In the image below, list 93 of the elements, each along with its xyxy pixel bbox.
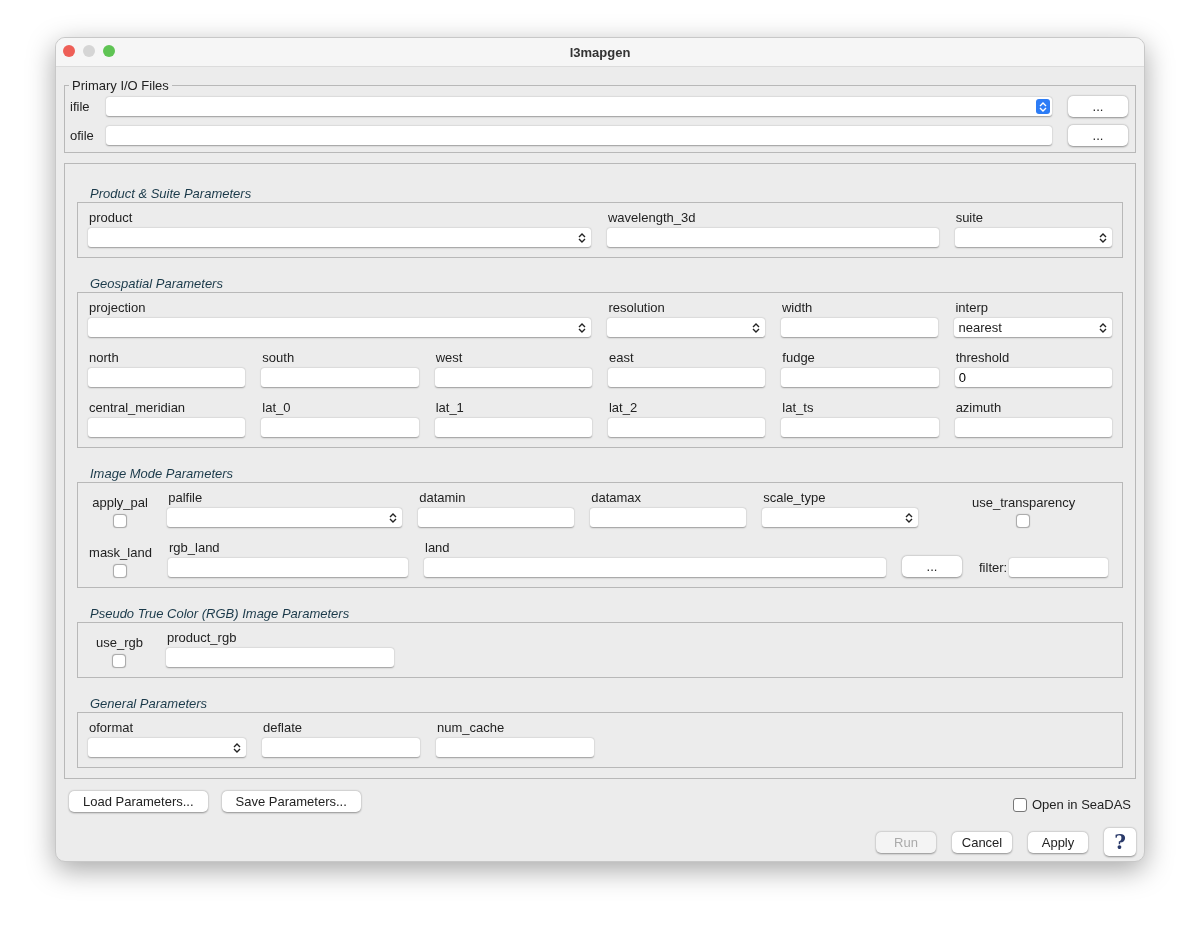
- text-field[interactable]: 0: [954, 368, 1112, 387]
- field-label: west: [434, 350, 464, 365]
- combo-box[interactable]: [88, 738, 246, 757]
- text-field[interactable]: [261, 418, 419, 437]
- field-label: south: [261, 350, 296, 365]
- field-label: land: [424, 540, 451, 555]
- button[interactable]: Load Parameters...: [69, 791, 208, 812]
- text-field[interactable]: [106, 126, 1052, 145]
- text-field[interactable]: [434, 418, 592, 437]
- field-label: scale_type: [762, 490, 827, 505]
- browse-button[interactable]: ...: [1068, 96, 1128, 117]
- combo-box[interactable]: [88, 228, 591, 247]
- text-field[interactable]: [1009, 558, 1108, 577]
- combo-box[interactable]: [607, 318, 765, 337]
- text-field[interactable]: [261, 368, 419, 387]
- field-label: product: [88, 210, 134, 225]
- text-field[interactable]: [418, 508, 575, 527]
- combo-box[interactable]: nearest: [954, 318, 1112, 337]
- help-button[interactable]: ?: [1104, 828, 1136, 856]
- zoom-button[interactable]: [103, 45, 115, 57]
- combo-box[interactable]: [762, 508, 919, 527]
- field-label: datamax: [590, 490, 643, 505]
- text-field[interactable]: [88, 418, 246, 437]
- field-label: wavelength_3d: [606, 210, 697, 225]
- text-field[interactable]: [608, 368, 766, 387]
- group-title: Primary I/O Files: [69, 78, 172, 93]
- checkbox-label: Open in SeaDAS: [1032, 797, 1131, 812]
- field-label: lat_0: [261, 400, 292, 415]
- browse-button[interactable]: ...: [1068, 125, 1128, 146]
- field-label: deflate: [262, 720, 304, 735]
- checkbox[interactable]: [113, 515, 126, 527]
- section-title: Geospatial Parameters: [90, 276, 224, 291]
- field-label: product_rgb: [166, 630, 238, 645]
- combo-box[interactable]: [167, 508, 403, 527]
- field-label: datamin: [418, 490, 467, 505]
- field-label: central_meridian: [88, 400, 187, 415]
- field-label: north: [88, 350, 120, 365]
- text-field[interactable]: [436, 738, 594, 757]
- field-label: filter:: [978, 560, 1008, 575]
- field-label: ifile: [70, 99, 91, 114]
- field-label: mask_land: [88, 545, 152, 560]
- text-field[interactable]: [434, 368, 592, 387]
- field-label: use_transparency: [970, 495, 1076, 510]
- section-title: Product & Suite Parameters: [90, 186, 253, 201]
- checkbox[interactable]: [1013, 797, 1027, 812]
- button[interactable]: Apply: [1028, 831, 1088, 853]
- field-label: lat_ts: [781, 400, 815, 415]
- minimize-button[interactable]: [83, 45, 95, 57]
- field-label: east: [608, 350, 635, 365]
- window-title: l3mapgen: [569, 44, 631, 60]
- text-field[interactable]: [168, 558, 408, 577]
- close-button[interactable]: [63, 45, 75, 57]
- field-label: rgb_land: [168, 540, 221, 555]
- text-field[interactable]: [88, 368, 246, 387]
- field-label: azimuth: [954, 400, 1003, 415]
- text-field[interactable]: [781, 368, 939, 387]
- section-title: Image Mode Parameters: [90, 466, 235, 481]
- field-label: use_rgb: [95, 635, 143, 650]
- field-label: width: [780, 300, 814, 315]
- field-label: apply_pal: [91, 495, 148, 510]
- text-field[interactable]: [781, 418, 939, 437]
- field-label: ofile: [70, 128, 95, 143]
- text-field[interactable]: [606, 228, 939, 247]
- combo-box[interactable]: [954, 228, 1112, 247]
- stepper-icon: [1036, 99, 1050, 114]
- field-label: lat_2: [608, 400, 639, 415]
- text-field[interactable]: [590, 508, 747, 527]
- field-label: num_cache: [436, 720, 506, 735]
- text-field[interactable]: [954, 418, 1112, 437]
- text-field[interactable]: [424, 558, 886, 577]
- section-title: General Parameters: [90, 696, 209, 711]
- button[interactable]: Save Parameters...: [221, 791, 361, 812]
- field-label: interp: [954, 300, 989, 315]
- combo-box[interactable]: [88, 318, 592, 337]
- section-title: Pseudo True Color (RGB) Image Parameters: [90, 606, 351, 621]
- field-label: fudge: [781, 350, 816, 365]
- combo-box[interactable]: [106, 97, 1052, 116]
- text-field[interactable]: [262, 738, 420, 757]
- field-label: lat_1: [434, 400, 465, 415]
- button[interactable]: Cancel: [952, 831, 1012, 853]
- checkbox[interactable]: [114, 565, 126, 577]
- browse-button[interactable]: ...: [902, 556, 962, 577]
- checkbox[interactable]: [1017, 515, 1030, 527]
- field-label: resolution: [607, 300, 666, 315]
- field-label: palfile: [167, 490, 204, 505]
- field-label: threshold: [954, 350, 1011, 365]
- checkbox[interactable]: [113, 655, 125, 667]
- text-field[interactable]: [608, 418, 766, 437]
- text-field[interactable]: [780, 318, 939, 337]
- text-field[interactable]: [166, 648, 394, 667]
- field-label: oformat: [88, 720, 135, 735]
- field-label: projection: [88, 300, 147, 315]
- field-label: suite: [954, 210, 985, 225]
